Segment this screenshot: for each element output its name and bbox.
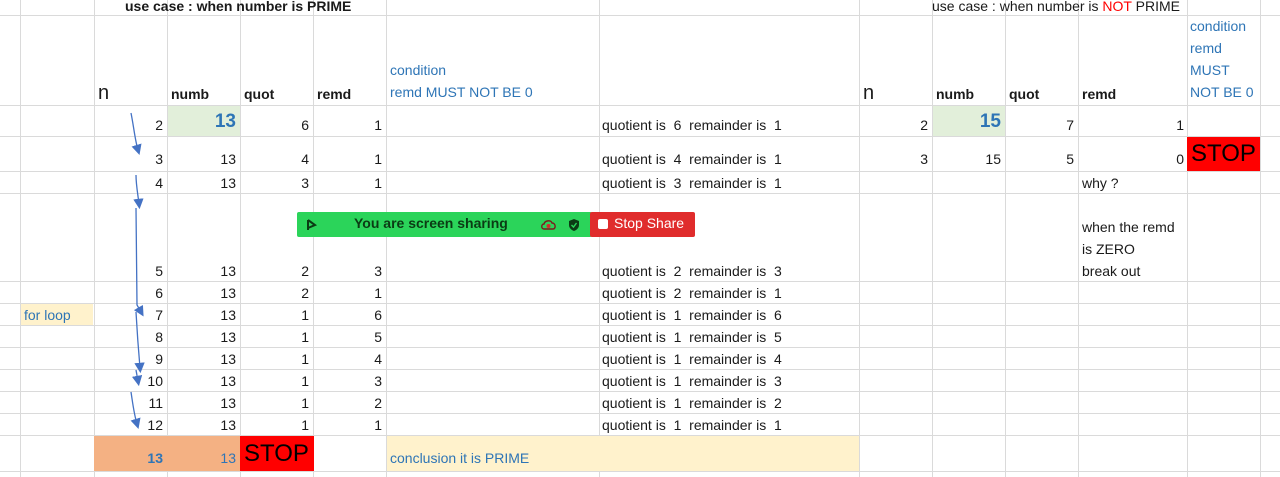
cloud-record-icon[interactable]	[540, 218, 558, 232]
flow-arrow	[133, 174, 144, 210]
flow-arrow	[133, 207, 144, 317]
drag-handle-icon[interactable]	[305, 218, 319, 232]
screen-share-status[interactable]: You are screen sharing	[297, 212, 592, 237]
loop-flow-arrows	[130, 112, 145, 429]
screen-share-toolbar: You are screen sharing Stop Share	[297, 212, 695, 237]
stop-share-button[interactable]: Stop Share	[590, 212, 695, 237]
flow-arrow	[134, 311, 145, 374]
stop-share-label: Stop Share	[614, 215, 685, 231]
flow-arrow	[130, 112, 142, 155]
security-shield-icon[interactable]	[567, 218, 581, 232]
spreadsheet-grid: use case : when number is PRIME use case…	[0, 0, 1280, 477]
screen-share-status-text: You are screen sharing	[354, 215, 508, 231]
stop-square-icon	[598, 219, 608, 229]
flow-arrow	[131, 369, 143, 387]
flow-arrow	[130, 391, 141, 429]
